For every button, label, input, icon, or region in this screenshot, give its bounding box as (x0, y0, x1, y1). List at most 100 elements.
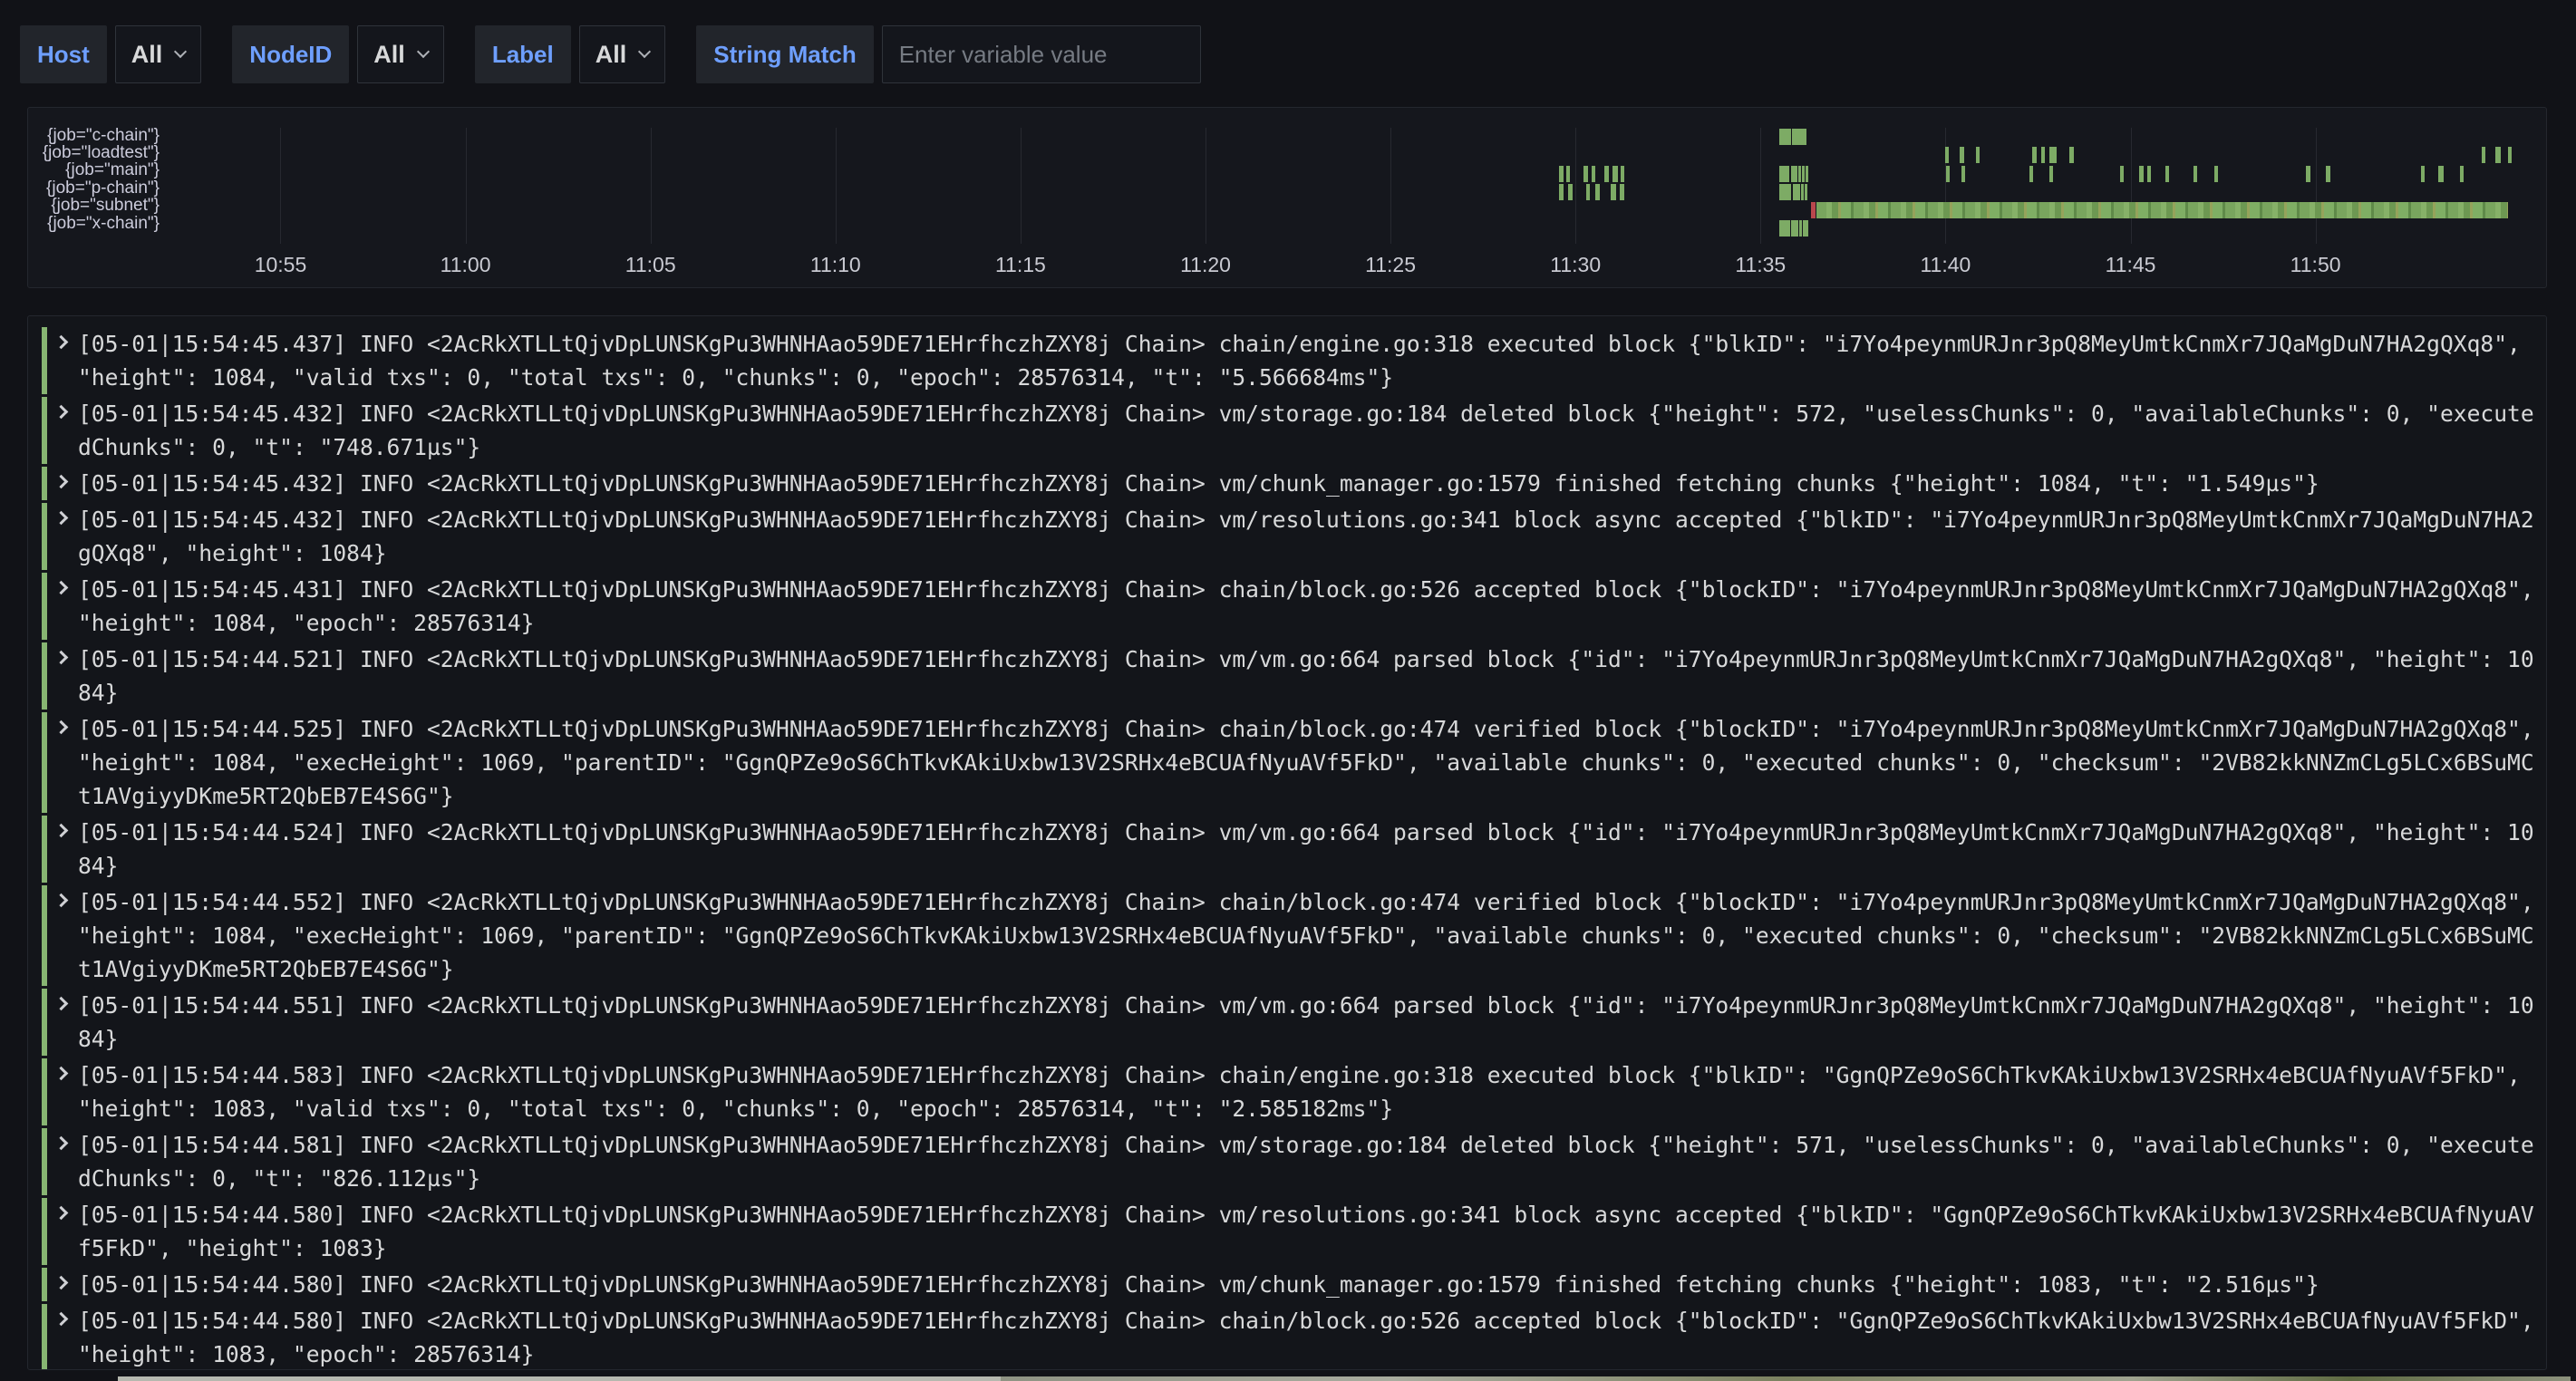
legend-item[interactable]: {job="subnet"} (28, 198, 164, 215)
log-line-text: [05-01|15:54:44.580] INFO <2AcRkXTLLtQjv… (78, 1268, 2534, 1301)
timeline-plot-area[interactable]: 10:5511:0011:0511:1011:1511:2011:2511:30… (173, 108, 2539, 287)
x-gridline (1390, 128, 1391, 244)
x-axis-tick-label: 11:00 (441, 253, 491, 277)
x-gridline (836, 128, 837, 244)
legend-item[interactable]: {job="p-chain"} (28, 179, 164, 197)
log-level-bar (42, 1198, 47, 1265)
expand-chevron-icon[interactable] (54, 1312, 69, 1327)
log-row[interactable]: [05-01|15:54:44.581] INFO <2AcRkXTLLtQjv… (42, 1128, 2546, 1195)
x-axis-tick-label: 11:15 (995, 253, 1046, 277)
x-gridline (1021, 128, 1022, 244)
expand-chevron-icon[interactable] (54, 335, 69, 350)
expand-chevron-icon[interactable] (54, 997, 69, 1011)
log-level-bar (42, 885, 47, 986)
expand-chevron-icon[interactable] (54, 511, 69, 526)
log-volume-tick (1805, 184, 1807, 200)
nodeid-select[interactable]: All (357, 25, 444, 83)
expand-chevron-icon[interactable] (54, 893, 69, 908)
string-match-input[interactable] (882, 25, 1201, 83)
log-level-bar (42, 467, 47, 500)
log-line-text: [05-01|15:54:44.581] INFO <2AcRkXTLLtQjv… (78, 1128, 2534, 1195)
log-row[interactable]: [05-01|15:54:44.580] INFO <2AcRkXTLLtQjv… (42, 1304, 2546, 1370)
x-gridline (1760, 128, 1761, 244)
log-line-text: [05-01|15:54:45.432] INFO <2AcRkXTLLtQjv… (78, 503, 2534, 570)
expand-chevron-icon[interactable] (54, 405, 69, 420)
log-level-bar (42, 989, 47, 1056)
label-select[interactable]: All (579, 25, 666, 83)
log-volume-tick (2326, 166, 2330, 182)
x-axis-tick-label: 11:10 (810, 253, 861, 277)
label-label[interactable]: Label (475, 25, 571, 83)
log-volume-tick (1806, 220, 1808, 237)
legend-item[interactable]: {job="loadtest"} (28, 144, 164, 161)
log-row[interactable]: [05-01|15:54:44.525] INFO <2AcRkXTLLtQjv… (42, 712, 2546, 813)
log-row[interactable]: [05-01|15:54:45.432] INFO <2AcRkXTLLtQjv… (42, 467, 2546, 500)
timeline-legend: {job="c-chain"}{job="loadtest"}{job="mai… (28, 127, 164, 232)
log-volume-tick (2165, 166, 2169, 182)
expand-chevron-icon[interactable] (54, 581, 69, 595)
log-volume-tick (1802, 166, 1805, 182)
log-rows-container: [05-01|15:54:45.437] INFO <2AcRkXTLLtQjv… (28, 327, 2546, 1370)
log-line-text: [05-01|15:54:44.583] INFO <2AcRkXTLLtQjv… (78, 1058, 2534, 1125)
log-volume-tick (2306, 166, 2310, 182)
variables-toolbar: Host All NodeID All Label All String Mat… (20, 25, 1201, 83)
log-line-text: [05-01|15:54:45.431] INFO <2AcRkXTLLtQjv… (78, 573, 2534, 640)
x-axis-tick-label: 10:55 (255, 253, 307, 277)
log-row[interactable]: [05-01|15:54:44.552] INFO <2AcRkXTLLtQjv… (42, 885, 2546, 986)
log-volume-tick (1795, 166, 1797, 182)
log-row[interactable]: [05-01|15:54:44.583] INFO <2AcRkXTLLtQjv… (42, 1058, 2546, 1125)
log-volume-tick (2147, 166, 2151, 182)
log-row[interactable]: [05-01|15:54:44.524] INFO <2AcRkXTLLtQjv… (42, 816, 2546, 883)
expand-chevron-icon[interactable] (54, 720, 69, 735)
log-volume-tick (1806, 166, 1808, 182)
host-select-value: All (131, 41, 163, 69)
log-row[interactable]: [05-01|15:54:45.432] INFO <2AcRkXTLLtQjv… (42, 397, 2546, 464)
log-row[interactable]: [05-01|15:54:45.431] INFO <2AcRkXTLLtQjv… (42, 573, 2546, 640)
log-row[interactable]: [05-01|15:54:44.580] INFO <2AcRkXTLLtQjv… (42, 1268, 2546, 1301)
x-axis-tick-label: 11:45 (2106, 253, 2156, 277)
log-volume-tick (2032, 147, 2037, 163)
variable-string-match: String Match (696, 25, 1200, 83)
log-volume-tick (2460, 166, 2464, 182)
log-volume-tick (2508, 147, 2512, 163)
expand-chevron-icon[interactable] (54, 1276, 69, 1290)
expand-chevron-icon[interactable] (54, 651, 69, 665)
expand-chevron-icon[interactable] (54, 475, 69, 489)
log-line-text: [05-01|15:54:44.551] INFO <2AcRkXTLLtQjv… (78, 989, 2534, 1056)
log-level-bar (42, 327, 47, 394)
log-volume-bar (1816, 202, 2508, 218)
log-volume-tick (1779, 166, 1789, 182)
log-volume-tick (1620, 184, 1624, 200)
log-volume-tick (1779, 220, 1790, 237)
log-row[interactable]: [05-01|15:54:44.521] INFO <2AcRkXTLLtQjv… (42, 642, 2546, 710)
legend-item[interactable]: {job="main"} (28, 162, 164, 179)
log-volume-tick (1586, 184, 1590, 200)
log-row[interactable]: [05-01|15:54:44.551] INFO <2AcRkXTLLtQjv… (42, 989, 2546, 1056)
expand-chevron-icon[interactable] (54, 1067, 69, 1081)
nodeid-select-value: All (373, 41, 405, 69)
log-volume-tick (2120, 166, 2124, 182)
log-volume-tick (2193, 166, 2197, 182)
expand-chevron-icon[interactable] (54, 1206, 69, 1221)
legend-item[interactable]: {job="x-chain"} (28, 215, 164, 232)
x-axis-tick-label: 11:35 (1735, 253, 1786, 277)
log-volume-tick (1595, 184, 1600, 200)
x-gridline (1945, 128, 1946, 244)
x-axis-tick-label: 11:05 (625, 253, 676, 277)
log-level-bar (42, 1304, 47, 1370)
legend-item[interactable]: {job="c-chain"} (28, 127, 164, 144)
nodeid-label[interactable]: NodeID (232, 25, 349, 83)
log-volume-tick (1799, 220, 1802, 237)
chevron-down-icon (417, 45, 430, 58)
expand-chevron-icon[interactable] (54, 1136, 69, 1151)
string-match-label[interactable]: String Match (696, 25, 873, 83)
host-select[interactable]: All (115, 25, 202, 83)
log-level-bar (42, 816, 47, 883)
log-row[interactable]: [05-01|15:54:44.580] INFO <2AcRkXTLLtQjv… (42, 1198, 2546, 1265)
log-line-text: [05-01|15:54:44.521] INFO <2AcRkXTLLtQjv… (78, 642, 2534, 710)
host-label[interactable]: Host (20, 25, 107, 83)
expand-chevron-icon[interactable] (54, 824, 69, 838)
log-level-bar (42, 397, 47, 464)
log-row[interactable]: [05-01|15:54:45.432] INFO <2AcRkXTLLtQjv… (42, 503, 2546, 570)
log-row[interactable]: [05-01|15:54:45.437] INFO <2AcRkXTLLtQjv… (42, 327, 2546, 394)
